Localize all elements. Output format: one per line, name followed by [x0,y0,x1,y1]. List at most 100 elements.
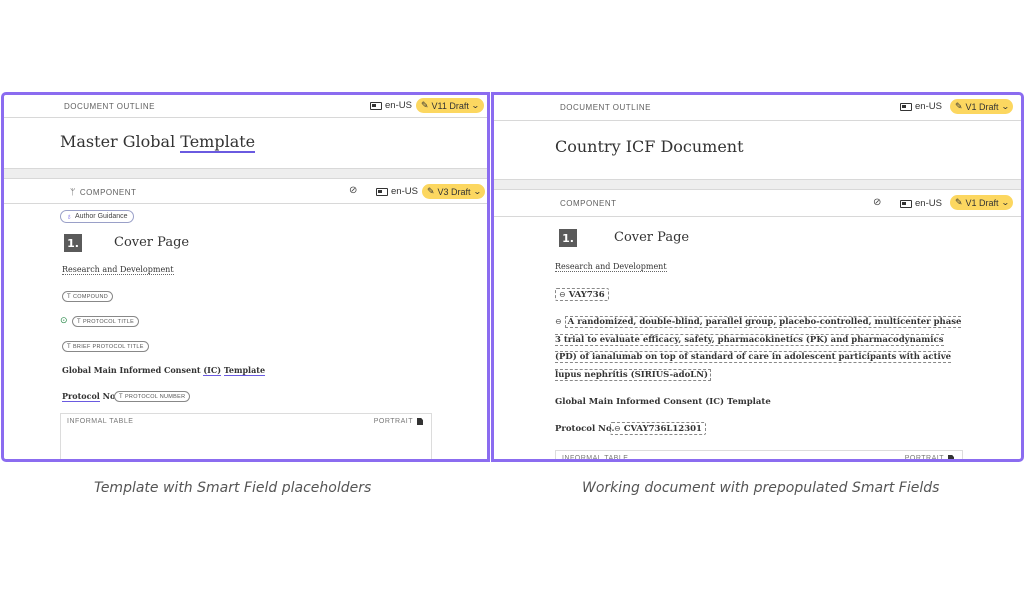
component-label-group: ᛘ COMPONENT [70,187,136,197]
document-title: Master Global Template [60,132,256,153]
component-version-badge[interactable]: ✎ V3 Draft ⌄ [422,184,486,199]
consent-template: Template [223,365,266,376]
eye-off-icon[interactable]: ⊘ [873,197,882,208]
edit-icon: ✎ [421,100,429,110]
orientation-toggle[interactable]: PORTRAIT [904,455,954,462]
language-icon [370,101,382,110]
version-label: V11 Draft [431,100,469,111]
compound-chip-label: COMPOUND [72,293,109,300]
protocol-number-prefix: Protocol No. [555,424,615,434]
protocol-title-smart-field[interactable]: ⊖ A randomized, double-blind, parallel g… [555,313,963,384]
section-title: Cover Page [114,235,190,250]
document-outline-bar: DOCUMENT OUTLINE en-US ✎ V11 Draft ⌄ [4,95,487,117]
brief-protocol-title-smart-field[interactable]: T BRIEF PROTOCOL TITLE [62,341,149,352]
template-panel: DOCUMENT OUTLINE en-US ✎ V11 Draft ⌄ Mas… [1,92,490,462]
component-version-badge[interactable]: ✎ V1 Draft ⌄ [950,195,1014,210]
link-icon: ⊖ [614,424,621,433]
edit-icon: ✎ [955,101,963,111]
divider [4,168,487,169]
check-circle-icon: ⊙ [60,315,68,325]
consent-ic: (IC) [203,365,222,376]
divider [494,120,1021,121]
org-text: Research and Development [555,262,667,272]
compound-smart-field[interactable]: T COMPOUND [62,291,114,302]
chevron-down-icon: ⌄ [1000,102,1010,111]
chevron-down-icon: ⌄ [472,187,482,196]
org-text: Research and Development [62,265,174,275]
edit-icon: ✎ [955,197,963,207]
component-bar: COMPONENT ⊘ en-US ✎ V1 Draft ⌄ [494,190,1021,216]
language-label: en-US [385,100,412,111]
language-selector[interactable]: en-US [370,100,412,111]
protocol-title-chip-label: PROTOCOL TITLE [82,318,135,325]
language-icon [900,102,912,111]
text-field-icon: T [67,293,71,300]
component-language-label: en-US [391,186,418,197]
divider [494,216,1021,217]
compound-smart-field[interactable]: ⊖ VAY736 [555,288,609,301]
orientation-label: PORTRAIT [904,455,944,462]
language-label: en-US [915,101,942,112]
branch-icon: ᛘ [70,187,76,197]
brief-protocol-title-chip-label: BRIEF PROTOCOL TITLE [72,343,144,350]
component-label: COMPONENT [79,187,137,197]
version-badge[interactable]: ✎ V1 Draft ⌄ [950,99,1014,114]
left-caption: Template with Smart Field placeholders [94,480,372,496]
document-outline-bar: DOCUMENT OUTLINE en-US ✎ V1 Draft ⌄ [494,95,1021,120]
protocol-number-smart-field[interactable]: ⊖ CVAY736L12301 [610,422,706,435]
divider [494,179,1021,180]
informal-table-label: INFORMAL TABLE [67,418,134,425]
component-language-selector[interactable]: en-US [900,198,942,209]
page-icon [417,418,423,425]
author-guidance-chip[interactable]: ♁ Author Guidance [60,210,134,223]
protocol-word: Protocol [62,391,100,402]
section-gap [494,179,1021,189]
language-icon [376,187,388,196]
language-icon [900,199,912,208]
title-underlined-part: Template [180,132,256,153]
protocol-title-value: A randomized, double-blind, parallel gro… [555,316,962,381]
link-icon: ⊖ [555,317,562,326]
orientation-toggle[interactable]: PORTRAIT [374,418,423,425]
author-guidance-label: Author Guidance [75,213,128,220]
component-version-label: V1 Draft [965,197,999,208]
language-selector[interactable]: en-US [900,101,942,112]
section-title: Cover Page [614,230,690,245]
informal-table[interactable]: INFORMAL TABLE PORTRAIT [60,413,432,459]
component-language-label: en-US [915,198,942,209]
protocol-title-smart-field[interactable]: T PROTOCOL TITLE [72,316,140,327]
link-icon: ⊖ [559,290,566,299]
title-part: Master Global [60,132,181,151]
protocol-number-chip-label: PROTOCOL NUMBER [124,393,186,400]
orientation-label: PORTRAIT [373,418,413,425]
consent-part: Global Main Informed Consent [62,365,204,375]
component-label: COMPONENT [560,199,617,208]
component-language-selector[interactable]: en-US [376,186,418,197]
document-outline-label: DOCUMENT OUTLINE [64,102,155,111]
consent-heading: Global Main Informed Consent (IC) Templa… [62,365,266,376]
edit-icon: ✎ [427,186,435,196]
right-caption: Working document with prepopulated Smart… [582,480,940,496]
protocol-number-line: Protocol No. [62,391,118,402]
chevron-down-icon: ⌄ [1000,198,1010,207]
component-bar: ᛘ COMPONENT ⊘ en-US ✎ V3 Draft ⌄ [4,179,487,203]
version-badge[interactable]: ✎ V11 Draft ⌄ [416,98,484,113]
informal-table-label: INFORMAL TABLE [562,455,629,462]
version-label: V1 Draft [965,101,999,112]
protocol-number-smart-field[interactable]: T PROTOCOL NUMBER [114,391,191,402]
consent-heading: Global Main Informed Consent (IC) Templa… [555,397,771,407]
informal-table[interactable]: INFORMAL TABLE PORTRAIT [555,450,963,462]
text-field-icon: T [119,393,123,400]
working-document-panel: DOCUMENT OUTLINE en-US ✎ V1 Draft ⌄ Coun… [491,92,1024,462]
component-version-label: V3 Draft [437,186,471,197]
text-field-icon: T [67,343,71,350]
eye-off-icon[interactable]: ⊘ [349,185,358,196]
compound-value: VAY736 [568,289,605,300]
section-gap [4,168,487,178]
divider [4,203,487,204]
chevron-down-icon: ⌄ [470,101,480,110]
divider [4,117,487,118]
section-number: 1. [64,234,82,252]
document-outline-label: DOCUMENT OUTLINE [560,103,651,112]
document-title: Country ICF Document [555,137,744,156]
